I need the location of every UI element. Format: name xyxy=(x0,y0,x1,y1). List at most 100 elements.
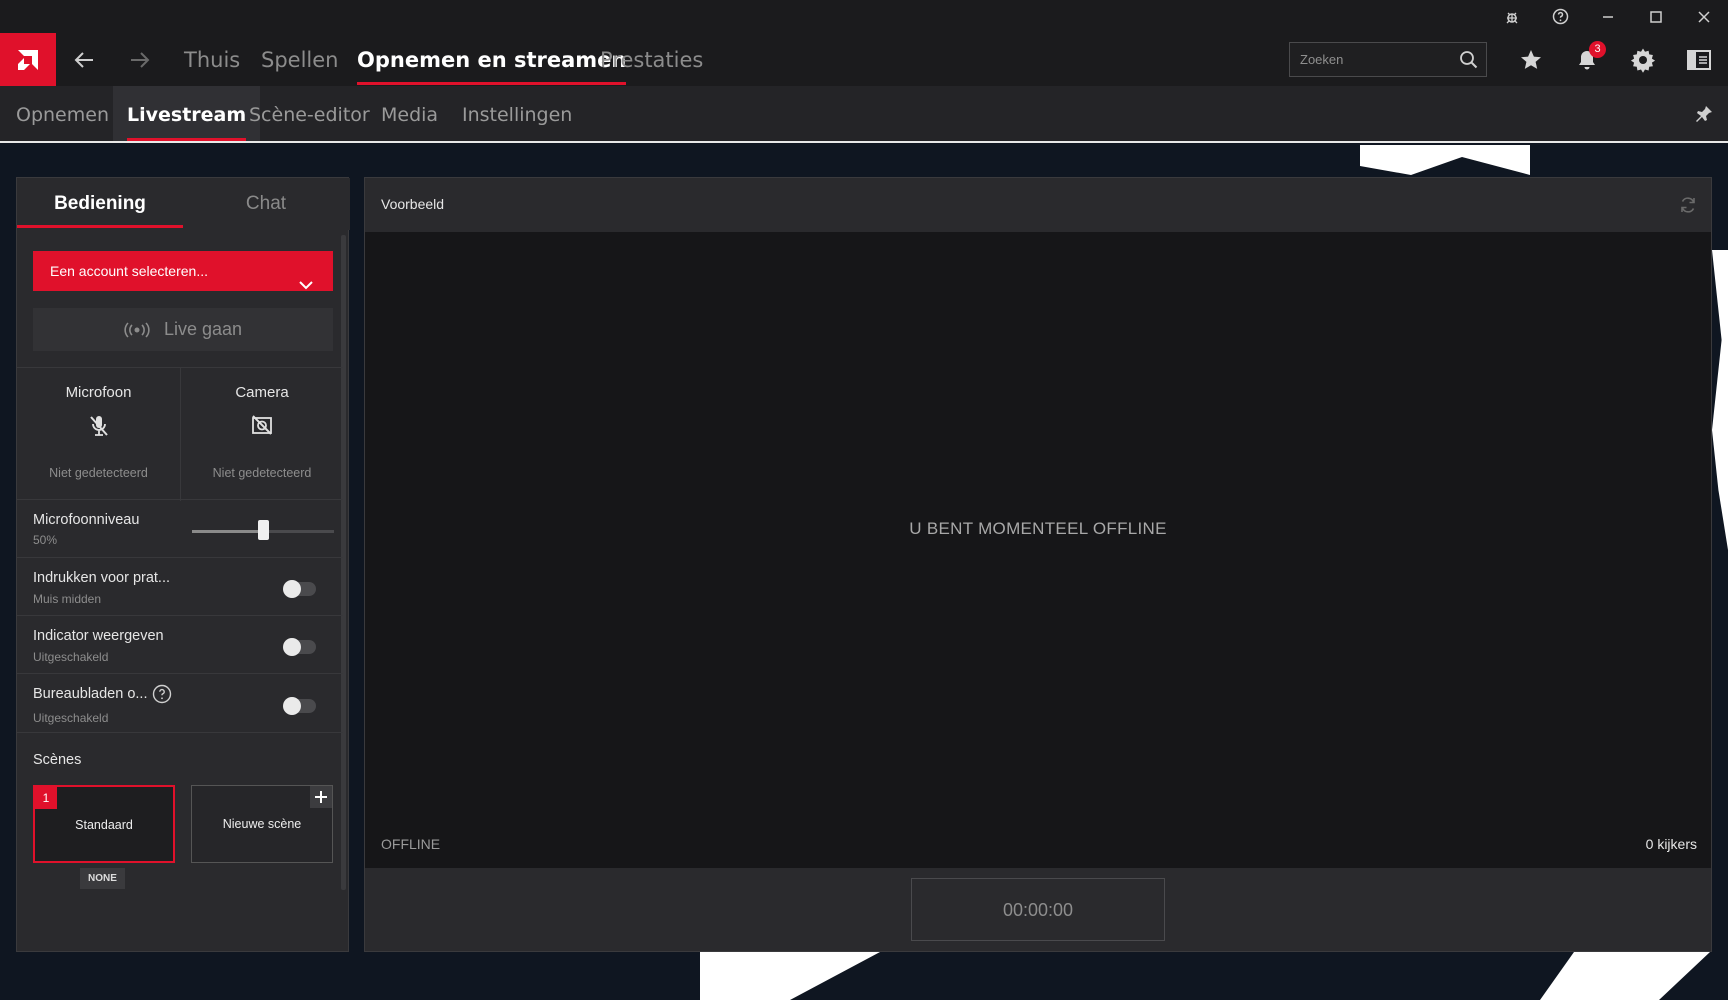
favorites-button[interactable] xyxy=(1503,33,1559,86)
account-select-label: Een account selecteren... xyxy=(50,263,208,279)
mic-level-label: Microfoonniveau xyxy=(33,512,140,528)
show-indicator-subtitle: Uitgeschakeld xyxy=(33,650,109,664)
tab-settings[interactable]: Instellingen xyxy=(462,86,572,141)
desktop-toggle[interactable] xyxy=(283,697,316,715)
forward-button[interactable] xyxy=(112,33,168,86)
microphone-device: Microfoon Niet gedetecteerd xyxy=(17,368,180,501)
mic-level-thumb[interactable] xyxy=(258,520,269,540)
scene-standard-label: Standaard xyxy=(75,818,133,832)
search-input[interactable] xyxy=(1300,43,1450,76)
broadcast-icon xyxy=(124,321,150,338)
chevron-down-icon xyxy=(299,265,313,305)
scenes-title: Scènes xyxy=(33,752,82,768)
close-icon xyxy=(1698,10,1710,23)
scene-number: 1 xyxy=(35,787,57,809)
go-live-label: Live gaan xyxy=(163,319,243,339)
bug-report-button[interactable] xyxy=(1488,0,1536,33)
push-to-talk-row: Indrukken voor prat... Muis midden xyxy=(17,558,343,616)
minimize-button[interactable] xyxy=(1584,0,1632,33)
desktop-fragment xyxy=(700,952,880,1000)
gear-icon xyxy=(1630,48,1656,73)
settings-button[interactable] xyxy=(1615,33,1671,86)
go-live-button[interactable]: Live gaan xyxy=(33,308,333,351)
new-scene-button[interactable]: Nieuwe scène xyxy=(191,785,333,863)
mic-level-value: 50% xyxy=(33,533,58,547)
arrow-right-icon xyxy=(131,51,150,68)
stream-timer: 00:00:00 xyxy=(911,878,1165,941)
desktop-subtitle: Uitgeschakeld xyxy=(33,711,109,725)
camera-off-icon xyxy=(181,414,343,436)
star-icon xyxy=(1521,49,1541,69)
tab-media[interactable]: Media xyxy=(381,86,438,141)
nav-tab-home[interactable]: Thuis xyxy=(184,33,240,86)
tab-chat[interactable]: Chat xyxy=(183,178,349,230)
mic-level-row: Microfoonniveau 50% xyxy=(17,500,343,558)
arrow-left-icon xyxy=(74,51,93,68)
desktop-fragment xyxy=(1712,250,1728,550)
help-button[interactable] xyxy=(1536,0,1584,33)
preview-header: Voorbeeld xyxy=(365,178,1711,232)
stream-status: OFFLINE xyxy=(381,836,441,852)
nav-tab-performance[interactable]: Prestaties xyxy=(600,33,703,86)
help-icon[interactable] xyxy=(152,684,172,709)
microphone-title: Microfoon xyxy=(65,384,132,401)
show-indicator-label: Indicator weergeven xyxy=(33,628,164,644)
title-bar xyxy=(0,0,1728,33)
preview-canvas: U BENT MOMENTEEL OFFLINE OFFLINE 0 kijke… xyxy=(365,232,1711,868)
search-box xyxy=(1289,42,1487,77)
desktop-row: Bureaubladen o... Uitgeschakeld xyxy=(17,674,343,733)
tab-record[interactable]: Opnemen xyxy=(16,86,109,141)
maximize-icon xyxy=(1650,10,1662,23)
panel-tabs: Bediening Chat xyxy=(17,178,350,230)
push-to-talk-subtitle: Muis midden xyxy=(33,592,102,606)
show-indicator-row: Indicator weergeven Uitgeschakeld xyxy=(17,616,343,674)
nav-tab-record-stream[interactable]: Opnemen en streamen xyxy=(357,33,627,86)
tab-scene-editor[interactable]: Scène-editor xyxy=(249,86,370,141)
sidebar-icon xyxy=(1687,49,1711,70)
mic-level-fill xyxy=(192,530,263,533)
plus-icon[interactable] xyxy=(310,786,332,808)
show-indicator-toggle[interactable] xyxy=(283,638,316,656)
tab-livestream[interactable]: Livestream xyxy=(113,86,261,141)
sidebar-toggle-button[interactable] xyxy=(1671,33,1727,86)
camera-device: Camera Niet gedetecteerd xyxy=(180,368,343,501)
scene-standard[interactable]: 1 Standaard xyxy=(33,785,175,863)
desktop-fragment xyxy=(1540,952,1710,1000)
offline-message: U BENT MOMENTEEL OFFLINE xyxy=(909,519,1167,538)
close-button[interactable] xyxy=(1680,0,1728,33)
push-to-talk-label: Indrukken voor prat... xyxy=(33,570,171,586)
minimize-icon xyxy=(1603,15,1613,18)
mic-level-slider[interactable] xyxy=(192,520,334,540)
viewer-count: 0 kijkers xyxy=(1645,836,1697,852)
sub-navigation: Opnemen Livestream Scène-editor Media In… xyxy=(0,86,1728,143)
maximize-button[interactable] xyxy=(1632,0,1680,33)
scene-hotkey-badge: NONE xyxy=(80,868,125,889)
refresh-icon[interactable] xyxy=(1679,196,1697,219)
nav-tab-games[interactable]: Spellen xyxy=(261,33,338,86)
camera-status: Niet gedetecteerd xyxy=(212,466,312,480)
mic-off-icon xyxy=(17,414,180,438)
tab-controls[interactable]: Bediening xyxy=(17,178,183,230)
amd-logo[interactable] xyxy=(0,33,56,86)
push-to-talk-toggle[interactable] xyxy=(283,580,316,598)
account-select[interactable]: Een account selecteren... xyxy=(33,251,333,291)
control-panel: Bediening Chat Een account selecteren...… xyxy=(16,177,350,952)
microphone-status: Niet gedetecteerd xyxy=(49,466,148,480)
camera-title: Camera xyxy=(235,384,289,401)
notifications-button[interactable]: 3 xyxy=(1559,33,1615,86)
devices-section: Microfoon Niet gedetecteerd Camera Niet … xyxy=(17,367,343,501)
back-button[interactable] xyxy=(56,33,112,86)
amd-logo-icon xyxy=(18,49,38,70)
bug-icon xyxy=(1506,12,1518,23)
pin-icon[interactable] xyxy=(1694,104,1714,129)
desktop-label: Bureaubladen o... xyxy=(33,686,148,702)
preview-title: Voorbeeld xyxy=(381,196,445,212)
notification-badge: 3 xyxy=(1589,41,1606,58)
new-scene-label: Nieuwe scène xyxy=(222,817,302,831)
search-icon[interactable] xyxy=(1459,50,1478,74)
desktop-fragment xyxy=(1360,145,1530,175)
help-icon xyxy=(1552,8,1568,25)
preview-footer: 00:00:00 xyxy=(365,868,1711,951)
main-navigation: Thuis Spellen Opnemen en streamen Presta… xyxy=(0,33,1728,86)
preview-panel: Voorbeeld U BENT MOMENTEEL OFFLINE OFFLI… xyxy=(364,177,1712,952)
